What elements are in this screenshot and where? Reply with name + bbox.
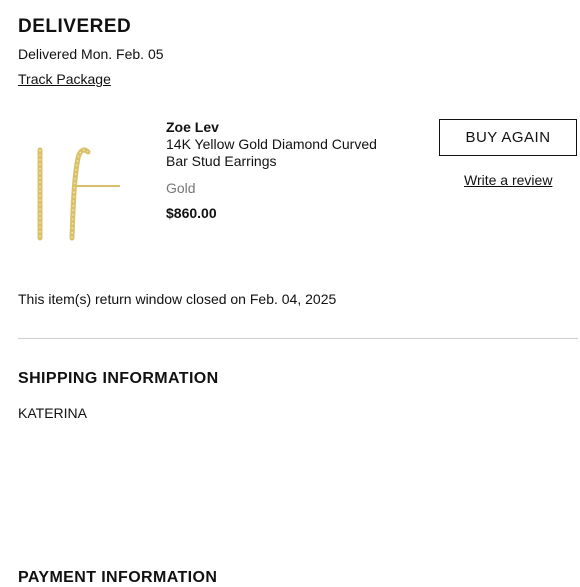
buy-again-button[interactable]: BUY AGAIN [439, 119, 577, 156]
order-status-heading: DELIVERED [18, 16, 132, 37]
product-name[interactable]: 14K Yellow Gold Diamond Curved Bar Stud … [166, 136, 396, 170]
return-window-text: This item(s) return window closed on Feb… [18, 291, 337, 307]
delivered-date: Delivered Mon. Feb. 05 [18, 46, 164, 62]
product-image[interactable] [22, 128, 142, 248]
product-price: $860.00 [166, 205, 217, 221]
product-color: Gold [166, 180, 196, 196]
payment-heading: PAYMENT INFORMATION [18, 569, 218, 586]
earrings-icon [37, 147, 120, 241]
product-brand[interactable]: Zoe Lev [166, 119, 219, 135]
write-review-link[interactable]: Write a review [464, 172, 552, 188]
shipping-name: KATERINA [18, 405, 87, 421]
track-package-link[interactable]: Track Package [18, 71, 111, 87]
section-divider [18, 338, 578, 339]
shipping-heading: SHIPPING INFORMATION [18, 370, 219, 387]
